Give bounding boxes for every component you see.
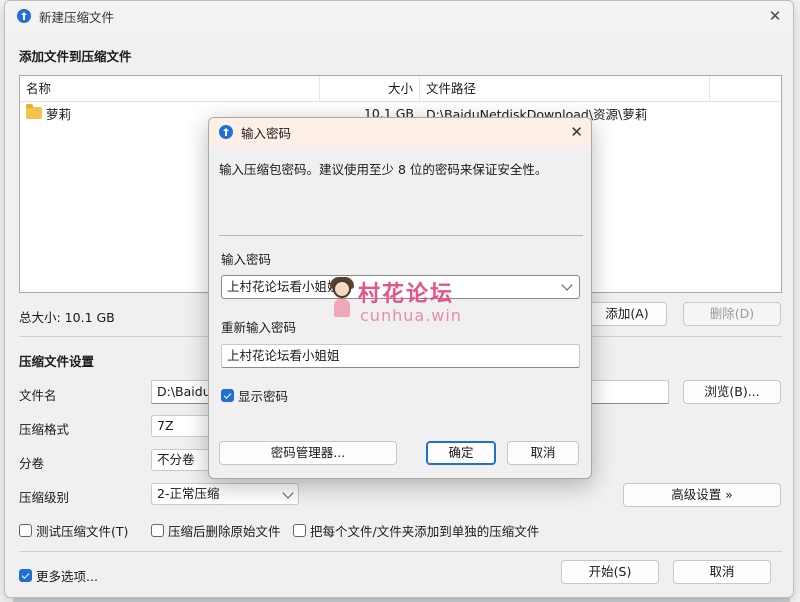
- dialog-titlebar: 输入密码: [209, 118, 591, 146]
- checkbox-checked-icon: [221, 389, 234, 402]
- add-files-heading: 添加文件到压缩文件: [19, 49, 132, 64]
- advanced-settings-button[interactable]: 高级设置 »: [623, 483, 781, 507]
- chevron-down-icon: [282, 487, 294, 499]
- cancel-button[interactable]: 取消: [673, 560, 771, 584]
- test-archive-checkbox[interactable]: 测试压缩文件(T): [19, 521, 128, 540]
- password-label: 输入密码: [221, 252, 272, 267]
- format-value: 7Z: [157, 418, 174, 433]
- checkbox-label: 更多选项...: [36, 569, 98, 584]
- password-manager-button[interactable]: 密码管理器...: [219, 441, 397, 465]
- filename-label: 文件名: [19, 388, 57, 403]
- total-size: 总大小: 10.1 GB: [19, 310, 115, 325]
- delete-button[interactable]: 删除(D): [683, 302, 781, 326]
- browse-button[interactable]: 浏览(B)...: [683, 380, 781, 404]
- repeat-password-input[interactable]: 上村花论坛看小姐姐: [221, 344, 580, 368]
- app-logo-icon: [219, 125, 233, 139]
- mascot-image: [328, 276, 354, 320]
- watermark-text: 村花论坛: [358, 282, 455, 307]
- window-titlebar: 新建压缩文件: [5, 1, 793, 31]
- checkbox-icon: [293, 524, 306, 537]
- start-button[interactable]: 开始(S): [561, 560, 659, 584]
- level-value: 2-正常压缩: [157, 486, 220, 501]
- split-value: 不分卷: [157, 452, 195, 467]
- dialog-cancel-button[interactable]: 取消: [507, 441, 579, 465]
- close-icon[interactable]: ✕: [765, 7, 785, 25]
- more-options-checkbox[interactable]: 更多选项...: [19, 566, 98, 585]
- level-select[interactable]: 2-正常压缩: [151, 483, 299, 505]
- window-title: 新建压缩文件: [39, 9, 115, 25]
- checkbox-checked-icon: [19, 569, 32, 582]
- watermark: 村花论坛 cunhua.win: [328, 276, 488, 332]
- divider: [219, 235, 583, 236]
- delete-source-checkbox[interactable]: 压缩后删除原始文件: [151, 521, 281, 540]
- dialog-title: 输入密码: [241, 125, 292, 141]
- checkbox-icon: [151, 524, 164, 537]
- level-label: 压缩级别: [19, 490, 70, 505]
- repeat-password-label: 重新输入密码: [221, 320, 297, 335]
- column-size[interactable]: 大小: [320, 76, 420, 102]
- app-logo-icon: [17, 9, 31, 23]
- close-icon[interactable]: ✕: [570, 123, 583, 141]
- watermark-url: cunhua.win: [360, 306, 462, 325]
- column-name[interactable]: 名称: [20, 76, 320, 102]
- split-label: 分卷: [19, 456, 45, 471]
- add-button[interactable]: 添加(A): [587, 302, 667, 326]
- settings-heading: 压缩文件设置: [19, 354, 95, 369]
- checkbox-icon: [19, 524, 32, 537]
- divider: [19, 551, 782, 552]
- format-label: 压缩格式: [19, 422, 70, 437]
- checkbox-label: 显示密码: [238, 389, 289, 404]
- checkbox-label: 测试压缩文件(T): [36, 524, 129, 539]
- separate-archives-checkbox[interactable]: 把每个文件/文件夹添加到单独的压缩文件: [293, 521, 539, 540]
- column-path[interactable]: 文件路径: [420, 76, 710, 102]
- file-list-header: 名称 大小 文件路径: [20, 76, 781, 102]
- checkbox-label: 压缩后删除原始文件: [168, 524, 281, 539]
- show-password-checkbox[interactable]: 显示密码: [221, 386, 288, 405]
- folder-icon: [26, 104, 42, 119]
- dialog-description: 输入压缩包密码。建议使用至少 8 位的密码来保证安全性。: [219, 162, 548, 177]
- item-name: 萝莉: [46, 106, 72, 122]
- checkbox-label: 把每个文件/文件夹添加到单独的压缩文件: [310, 524, 540, 539]
- ok-button[interactable]: 确定: [426, 441, 496, 465]
